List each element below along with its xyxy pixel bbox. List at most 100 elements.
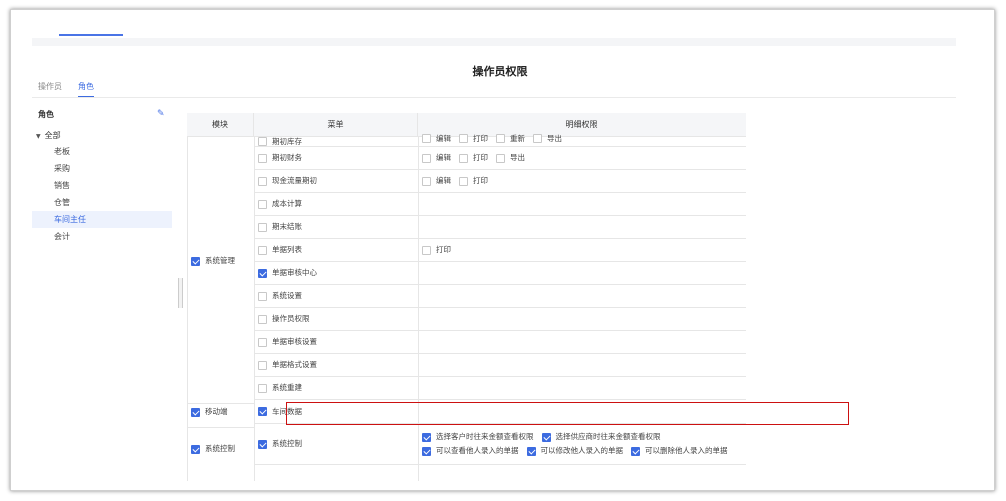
perm-option[interactable]: 编辑 — [422, 134, 451, 144]
role-item-purchase[interactable]: 采购 — [32, 160, 172, 177]
table-row: 成本计算 — [255, 193, 746, 216]
perm-cell — [419, 262, 746, 284]
perm-label: 选择客户时往来金额查看权限 — [436, 432, 534, 441]
menu-checkbox[interactable] — [258, 360, 267, 370]
menu-checkbox[interactable] — [258, 176, 267, 186]
menu-checkbox[interactable] — [258, 439, 267, 449]
perm-checkbox[interactable] — [422, 134, 431, 143]
perm-cell — [419, 285, 746, 307]
perm-option[interactable]: 选择供应商时往来金额查看权限 — [541, 432, 661, 442]
role-panel: 角色 ✎ ▼ 全部 老板 采购 销售 仓管 车间主任 会计 — [32, 105, 172, 481]
module-label: 系统管理 — [205, 256, 235, 265]
highlight-box — [286, 402, 849, 425]
menu-cell[interactable]: 期初财务 — [255, 147, 419, 169]
perm-checkbox[interactable] — [459, 176, 468, 186]
perm-option[interactable]: 编辑 — [422, 153, 451, 163]
menu-checkbox[interactable] — [258, 337, 267, 347]
tab-operator[interactable]: 操作员 — [38, 80, 70, 98]
menu-cell[interactable]: 操作员权限 — [255, 308, 419, 330]
menu-checkbox[interactable] — [258, 314, 267, 324]
menu-checkbox[interactable] — [258, 153, 267, 163]
perm-label: 可以删除他人录入的单据 — [645, 446, 728, 455]
perm-checkbox[interactable] — [496, 134, 505, 143]
menu-cell[interactable]: 系统重建 — [255, 377, 419, 399]
perm-option[interactable]: 打印 — [459, 153, 488, 163]
menu-checkbox[interactable] — [258, 199, 267, 209]
perm-checkbox[interactable] — [631, 446, 640, 456]
menu-checkbox[interactable] — [258, 245, 267, 255]
perm-cell: 打印 — [419, 239, 746, 261]
perm-option[interactable]: 导出 — [533, 134, 562, 144]
perm-option[interactable]: 选择客户时往来金额查看权限 — [422, 432, 534, 442]
edit-icon[interactable]: ✎ — [157, 109, 166, 119]
menu-checkbox[interactable] — [258, 407, 267, 416]
module-checkbox[interactable] — [191, 256, 200, 266]
perm-checkbox[interactable] — [422, 176, 431, 186]
tab-bar: 操作员 角色 — [38, 80, 102, 98]
perm-checkbox[interactable] — [533, 134, 542, 143]
menu-cell[interactable]: 成本计算 — [255, 193, 419, 215]
role-panel-header: 角色 ✎ — [32, 105, 172, 123]
perm-cell — [419, 354, 746, 376]
menu-checkbox[interactable] — [258, 268, 267, 278]
menu-checkbox[interactable] — [258, 291, 267, 301]
perm-checkbox[interactable] — [422, 446, 431, 456]
perm-checkbox[interactable] — [459, 153, 468, 163]
menu-cell[interactable]: 单据审核中心 — [255, 262, 419, 284]
table-row: 系统设置 — [255, 285, 746, 308]
perm-option[interactable]: 打印 — [422, 245, 451, 255]
role-item-warehouse[interactable]: 仓管 — [32, 194, 172, 211]
perm-checkbox[interactable] — [422, 245, 431, 255]
caret-down-icon[interactable]: ▼ — [36, 130, 41, 144]
tab-role[interactable]: 角色 — [78, 80, 94, 98]
module-checkbox[interactable] — [191, 444, 200, 454]
module-checkbox[interactable] — [191, 407, 200, 417]
tree-root-all[interactable]: ▼ 全部 — [32, 129, 172, 143]
menu-label: 系统重建 — [272, 383, 302, 392]
menu-cell[interactable]: 现金流量期初 — [255, 170, 419, 192]
perm-option[interactable]: 可以删除他人录入的单据 — [631, 446, 728, 456]
role-item-workshop-director[interactable]: 车间主任 — [32, 211, 172, 228]
perm-option[interactable]: 重新 — [496, 134, 525, 144]
panel-resize-handle[interactable] — [178, 278, 183, 308]
perm-option[interactable]: 导出 — [496, 153, 525, 163]
role-item-accountant[interactable]: 会计 — [32, 228, 172, 245]
table-row: 期初财务 编辑 打印 导出 — [255, 147, 746, 170]
page-title: 操作员权限 — [472, 65, 528, 78]
menu-cell[interactable]: 单据列表 — [255, 239, 419, 261]
menu-cell[interactable]: 期初库存 — [255, 137, 419, 146]
table-body: 期初库存 编辑 打印 重新 导出 期初财务 编辑 打印 导出 现金流量期初 编辑 打印 成本计算 期末结账… — [187, 134, 746, 481]
perm-checkbox[interactable] — [459, 134, 468, 143]
menu-cell[interactable]: 系统控制 — [255, 424, 419, 464]
menu-cell[interactable]: 系统设置 — [255, 285, 419, 307]
module-mobile[interactable]: 移动端 — [191, 407, 228, 417]
perm-checkbox[interactable] — [496, 153, 505, 163]
role-item-sales[interactable]: 销售 — [32, 177, 172, 194]
table-row: 单据格式设置 — [255, 354, 746, 377]
perm-option[interactable]: 打印 — [459, 176, 488, 186]
perm-checkbox[interactable] — [526, 446, 536, 456]
module-system-control[interactable]: 系统控制 — [191, 444, 235, 454]
menu-checkbox[interactable] — [258, 383, 267, 393]
menu-cell[interactable]: 单据审核设置 — [255, 331, 419, 353]
perm-option[interactable]: 可以修改他人录入的单据 — [526, 446, 623, 456]
perm-cell: 选择客户时往来金额查看权限 选择供应商时往来金额查看权限 可以查看他人录入的单据 可以… — [419, 424, 746, 464]
table-row: 单据列表 打印 — [255, 239, 746, 262]
menu-checkbox[interactable] — [258, 222, 267, 232]
role-item-boss[interactable]: 老板 — [32, 143, 172, 160]
menu-cell[interactable]: 单据格式设置 — [255, 354, 419, 376]
header-menu: 菜单 — [254, 113, 418, 137]
perm-checkbox[interactable] — [422, 432, 431, 442]
perm-option[interactable]: 打印 — [459, 134, 488, 144]
perm-label: 选择供应商时往来金额查看权限 — [555, 432, 661, 441]
perm-option[interactable]: 编辑 — [422, 176, 451, 186]
perm-option[interactable]: 可以查看他人录入的单据 — [422, 446, 519, 456]
perm-checkbox[interactable] — [541, 432, 551, 442]
menu-checkbox[interactable] — [258, 137, 267, 146]
perm-cell: 编辑 打印 重新 导出 — [419, 134, 746, 143]
module-system-manage[interactable]: 系统管理 — [191, 256, 235, 266]
table-row: 单据审核中心 — [255, 262, 746, 285]
menu-label: 期末结账 — [272, 222, 302, 231]
perm-checkbox[interactable] — [422, 153, 431, 163]
menu-cell[interactable]: 期末结账 — [255, 216, 419, 238]
